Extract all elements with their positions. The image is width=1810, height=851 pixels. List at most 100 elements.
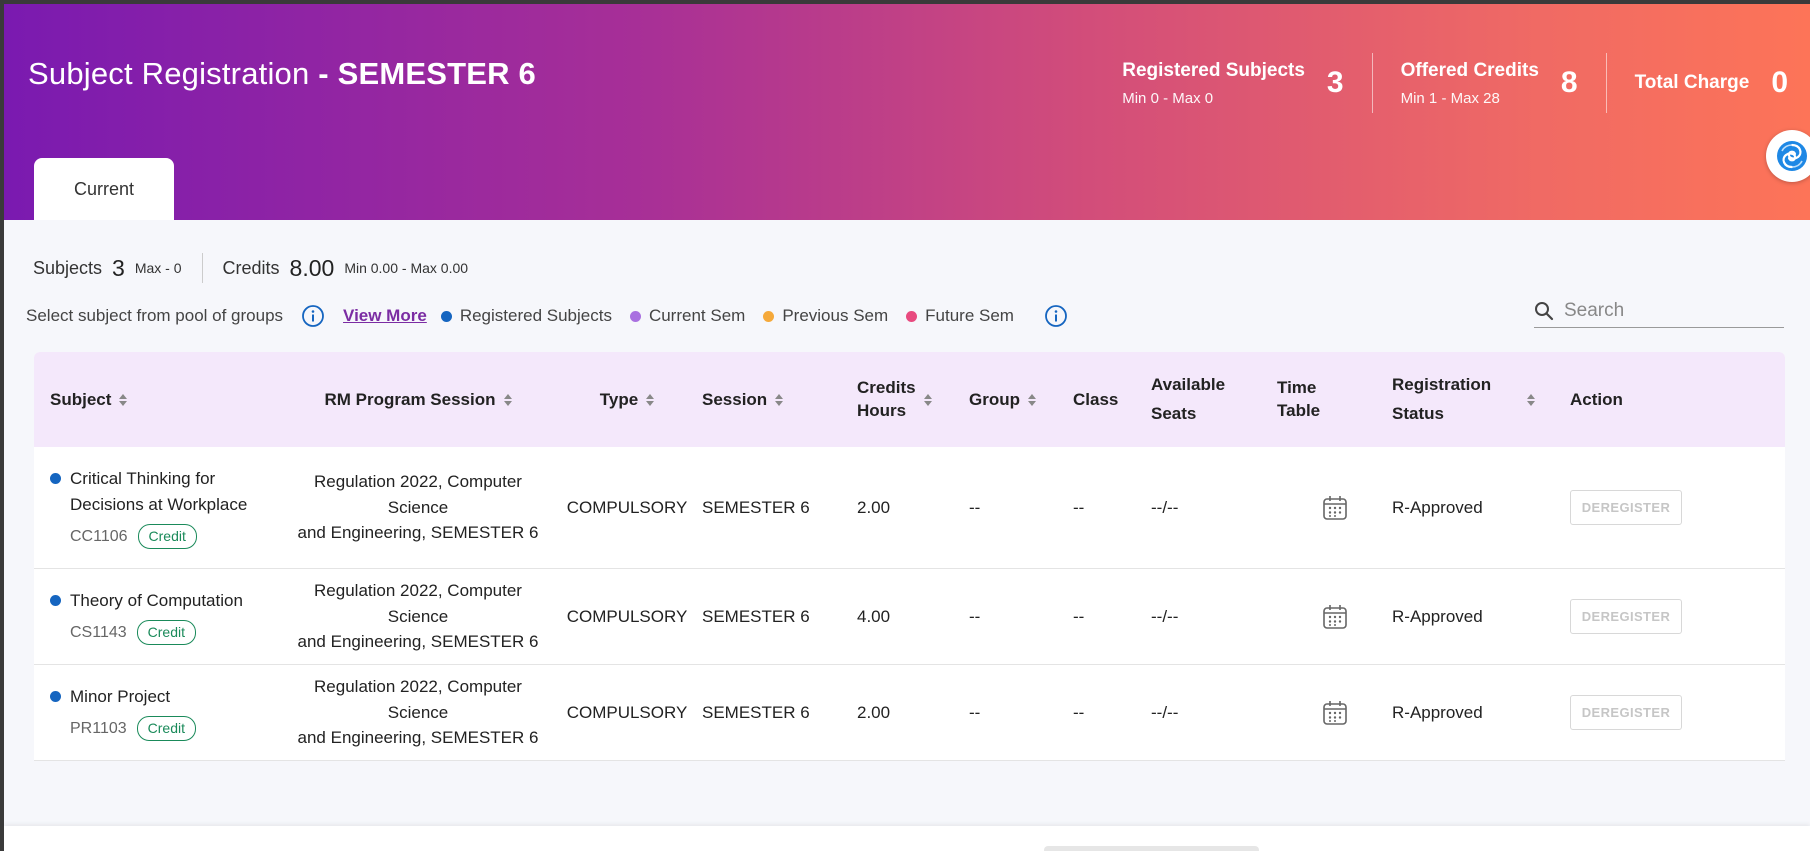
class-cell: --	[1073, 702, 1085, 722]
table-row: Critical Thinking for Decisions at Workp…	[34, 447, 1785, 569]
deregister-button[interactable]: DEREGISTER	[1570, 599, 1682, 634]
col-label: RM Program Session	[324, 389, 496, 409]
timetable-cell[interactable]	[1277, 494, 1392, 522]
deregister-button[interactable]: DEREGISTER	[1570, 490, 1682, 525]
subject-name-line: Decisions at Workplace	[70, 495, 248, 515]
type-cell: COMPULSORY	[566, 497, 688, 517]
sort-icon[interactable]	[775, 393, 784, 406]
col-subject[interactable]: Subject	[34, 387, 284, 413]
sort-icon[interactable]	[1028, 393, 1036, 406]
info-icon[interactable]	[301, 304, 325, 328]
col-label: Class	[1073, 389, 1119, 409]
legend-info-icon[interactable]	[1044, 304, 1068, 328]
col-rm-program-session[interactable]: RM Program Session	[284, 387, 552, 413]
stat-value: 8	[1560, 66, 1578, 99]
group-cell: --	[969, 497, 981, 517]
registered-dot	[50, 690, 61, 702]
credit-badge: Credit	[136, 716, 196, 742]
stat-sub: Min 0 - Max 0	[1122, 89, 1214, 107]
sort-icon[interactable]	[923, 393, 932, 406]
stat-value: 0	[1771, 66, 1788, 99]
status-cell: R-Approved	[1392, 702, 1483, 722]
subject-name-line: Minor Project	[70, 686, 171, 706]
subjects-count: 3	[112, 254, 125, 281]
deregister-button[interactable]: DEREGISTER	[1570, 695, 1682, 730]
col-label: Session	[702, 389, 768, 409]
sort-icon[interactable]	[1527, 393, 1536, 406]
sort-icon[interactable]	[503, 393, 512, 406]
legend-future-sem: Future Sem	[906, 306, 1014, 326]
rm-program-session-cell: Regulation 2022, Computer Science and En…	[284, 674, 552, 751]
subject-name: Theory of Computation	[70, 588, 243, 614]
credits-cell: 4.00	[857, 606, 891, 626]
page-title-text: Subject Registration	[28, 56, 310, 91]
col-session[interactable]: Session	[702, 387, 857, 413]
rm-line: and Engineering, SEMESTER 6	[297, 632, 539, 652]
rm-line: and Engineering, SEMESTER 6	[297, 728, 539, 748]
assistant-button[interactable]	[1766, 130, 1810, 182]
rm-line: Regulation 2022, Computer Science	[314, 472, 522, 517]
search-icon	[1535, 301, 1554, 320]
col-label: Seats	[1151, 403, 1197, 423]
col-group[interactable]: Group	[969, 387, 1073, 413]
col-type[interactable]: Type	[552, 387, 702, 413]
legend-label: Current Sem	[648, 306, 746, 325]
credits-cell: 2.00	[857, 702, 891, 722]
type-cell: COMPULSORY	[566, 702, 688, 722]
sort-icon[interactable]	[646, 393, 655, 406]
legend-current-sem: Current Sem	[629, 306, 746, 326]
col-label: Group	[969, 389, 1020, 409]
page-title: Subject Registration - SEMESTER 6	[28, 56, 536, 92]
class-cell: --	[1073, 497, 1085, 517]
col-credits-hours[interactable]: Credits Hours	[857, 377, 969, 421]
legend-previous-sem: Previous Sem	[763, 306, 888, 326]
action-cell: DEREGISTER	[1570, 599, 1785, 634]
col-label: Registration	[1392, 374, 1492, 394]
timetable-cell[interactable]	[1277, 603, 1392, 631]
subject-name-line: Critical Thinking for	[70, 468, 216, 488]
subjects-label: Subjects	[33, 257, 103, 278]
subject-cell: Theory of Computation CS1143 Credit	[34, 588, 284, 646]
credit-badge: Credit	[136, 620, 196, 646]
search-input[interactable]	[1564, 299, 1764, 322]
action-cell: DEREGISTER	[1570, 490, 1785, 525]
calendar-icon	[1322, 604, 1347, 629]
scroll-handle[interactable]	[1044, 846, 1259, 851]
tab-current[interactable]: Current	[34, 158, 174, 220]
subject-code: PR1103	[70, 719, 127, 737]
col-registration-status[interactable]: Registration Status	[1392, 371, 1570, 429]
rm-program-session-cell: Regulation 2022, Computer Science and En…	[284, 578, 552, 655]
summary-divider	[201, 253, 203, 283]
legend-row: Select subject from pool of groups View …	[26, 302, 1086, 330]
stat-value: 3	[1326, 66, 1344, 99]
sort-icon[interactable]	[119, 393, 128, 406]
col-label: Credits	[857, 378, 916, 398]
view-more-link[interactable]: View More	[343, 306, 427, 326]
calendar-icon	[1322, 700, 1347, 725]
calendar-icon	[1322, 495, 1347, 520]
subject-cell: Minor Project PR1103 Credit	[34, 684, 284, 742]
col-action: Action	[1570, 387, 1785, 413]
subjects-note: Max - 0	[134, 260, 182, 276]
stat-registered-subjects: Registered Subjects Min 0 - Max 0 3	[1122, 52, 1343, 114]
col-available-seats: Available Seats	[1151, 371, 1277, 429]
rm-line: Regulation 2022, Computer Science	[314, 677, 522, 722]
col-label: Time	[1277, 378, 1317, 398]
col-label: Available	[1151, 374, 1226, 394]
registered-dot	[50, 472, 61, 484]
type-cell: COMPULSORY	[566, 606, 688, 626]
col-label: Hours	[857, 400, 907, 420]
registered-dot	[50, 594, 61, 606]
registration-summary: Subjects 3 Max - 0 Credits 8.00 Min 0.00…	[33, 252, 468, 284]
seats-cell: --/--	[1151, 702, 1179, 722]
credits-value: 8.00	[289, 254, 335, 281]
table-header: Subject RM Program Session Type Session …	[34, 352, 1785, 447]
col-label: Table	[1277, 400, 1321, 420]
legend-label: Registered Subjects	[459, 306, 612, 325]
credit-badge: Credit	[137, 524, 197, 550]
legend-label: Previous Sem	[782, 306, 889, 325]
stat-label: Offered Credits	[1400, 59, 1539, 81]
swirl-icon	[1777, 141, 1807, 171]
rm-line: Regulation 2022, Computer Science	[314, 581, 522, 626]
timetable-cell[interactable]	[1277, 699, 1392, 727]
